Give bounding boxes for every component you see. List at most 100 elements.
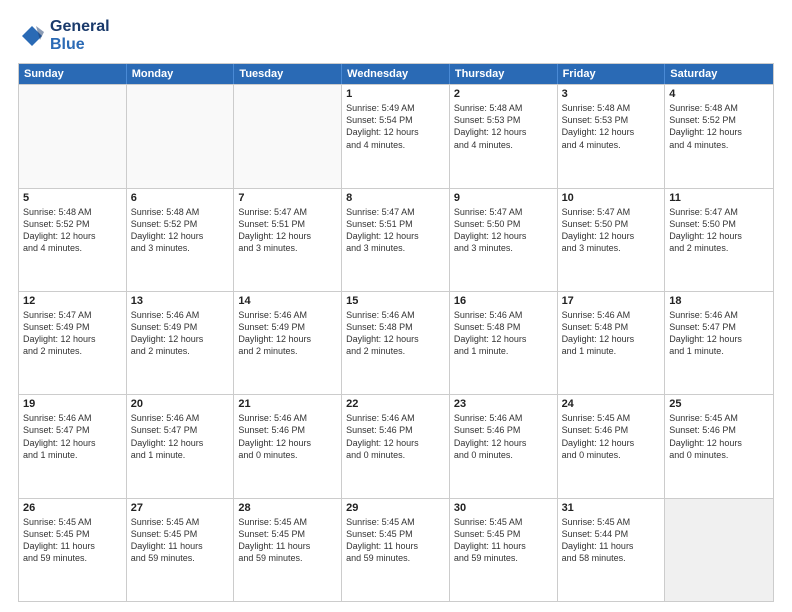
cell-info: Sunrise: 5:45 AM Sunset: 5:45 PM Dayligh…: [131, 516, 230, 565]
cell-info: Sunrise: 5:48 AM Sunset: 5:52 PM Dayligh…: [131, 206, 230, 255]
calendar-cell: 8 Sunrise: 5:47 AM Sunset: 5:51 PM Daylig…: [342, 189, 450, 291]
day-number: 24: [562, 398, 661, 410]
cell-info: Sunrise: 5:46 AM Sunset: 5:46 PM Dayligh…: [346, 412, 445, 461]
calendar-row-1: 5 Sunrise: 5:48 AM Sunset: 5:52 PM Daylig…: [19, 188, 773, 291]
day-number: 29: [346, 502, 445, 514]
calendar-cell: 26Sunrise: 5:45 AM Sunset: 5:45 PM Dayli…: [19, 499, 127, 601]
calendar-cell: 13Sunrise: 5:46 AM Sunset: 5:49 PM Dayli…: [127, 292, 235, 394]
header-cell-tuesday: Tuesday: [234, 64, 342, 84]
cell-info: Sunrise: 5:47 AM Sunset: 5:50 PM Dayligh…: [669, 206, 769, 255]
header: General Blue: [18, 18, 774, 53]
cell-info: Sunrise: 5:45 AM Sunset: 5:44 PM Dayligh…: [562, 516, 661, 565]
calendar-row-2: 12 Sunrise: 5:47 AM Sunset: 5:49 PM Dayli…: [19, 291, 773, 394]
cell-info: Sunrise: 5:46 AM Sunset: 5:47 PM Dayligh…: [131, 412, 230, 461]
calendar: SundayMondayTuesdayWednesdayThursdayFrid…: [18, 63, 774, 602]
day-number: 21: [238, 398, 337, 410]
logo-text-general: General: [50, 18, 110, 36]
day-number: 3: [562, 88, 661, 100]
cell-info: Sunrise: 5:47 AM Sunset: 5:51 PM Dayligh…: [346, 206, 445, 255]
cell-info: Sunrise: 5:46 AM Sunset: 5:48 PM Dayligh…: [562, 309, 661, 358]
calendar-cell: 10Sunrise: 5:47 AM Sunset: 5:50 PM Dayli…: [558, 189, 666, 291]
day-number: 1: [346, 88, 445, 100]
calendar-cell: 19 Sunrise: 5:46 AM Sunset: 5:47 PM Dayli…: [19, 395, 127, 497]
logo: General Blue: [18, 18, 110, 53]
cell-info: Sunrise: 5:45 AM Sunset: 5:45 PM Dayligh…: [238, 516, 337, 565]
cell-info: Sunrise: 5:46 AM Sunset: 5:47 PM Dayligh…: [23, 412, 122, 461]
calendar-cell: 17 Sunrise: 5:46 AM Sunset: 5:48 PM Dayli…: [558, 292, 666, 394]
day-number: 12: [23, 295, 122, 307]
day-number: 5: [23, 192, 122, 204]
calendar-cell: 29 Sunrise: 5:45 AM Sunset: 5:45 PM Dayli…: [342, 499, 450, 601]
calendar-cell: 18 Sunrise: 5:46 AM Sunset: 5:47 PM Dayli…: [665, 292, 773, 394]
day-number: 7: [238, 192, 337, 204]
calendar-cell: 25 Sunrise: 5:45 AM Sunset: 5:46 PM Dayli…: [665, 395, 773, 497]
cell-info: Sunrise: 5:46 AM Sunset: 5:48 PM Dayligh…: [454, 309, 553, 358]
cell-info: Sunrise: 5:49 AM Sunset: 5:54 PM Dayligh…: [346, 102, 445, 151]
cell-info: Sunrise: 5:45 AM Sunset: 5:46 PM Dayligh…: [669, 412, 769, 461]
calendar-header: SundayMondayTuesdayWednesdayThursdayFrid…: [19, 64, 773, 84]
cell-info: Sunrise: 5:45 AM Sunset: 5:46 PM Dayligh…: [562, 412, 661, 461]
calendar-cell: 7Sunrise: 5:47 AM Sunset: 5:51 PM Daylig…: [234, 189, 342, 291]
day-number: 16: [454, 295, 553, 307]
calendar-row-0: 1 Sunrise: 5:49 AM Sunset: 5:54 PM Daylig…: [19, 84, 773, 187]
day-number: 8: [346, 192, 445, 204]
day-number: 25: [669, 398, 769, 410]
cell-info: Sunrise: 5:48 AM Sunset: 5:53 PM Dayligh…: [454, 102, 553, 151]
calendar-cell: 3Sunrise: 5:48 AM Sunset: 5:53 PM Daylig…: [558, 85, 666, 187]
calendar-body: 1 Sunrise: 5:49 AM Sunset: 5:54 PM Daylig…: [19, 84, 773, 601]
calendar-cell: 9Sunrise: 5:47 AM Sunset: 5:50 PM Daylig…: [450, 189, 558, 291]
calendar-cell: 15 Sunrise: 5:46 AM Sunset: 5:48 PM Dayli…: [342, 292, 450, 394]
calendar-cell: 30 Sunrise: 5:45 AM Sunset: 5:45 PM Dayli…: [450, 499, 558, 601]
day-number: 20: [131, 398, 230, 410]
logo-text-blue: Blue: [50, 36, 110, 54]
day-number: 10: [562, 192, 661, 204]
day-number: 28: [238, 502, 337, 514]
cell-info: Sunrise: 5:47 AM Sunset: 5:49 PM Dayligh…: [23, 309, 122, 358]
calendar-cell: [19, 85, 127, 187]
day-number: 15: [346, 295, 445, 307]
calendar-cell: [665, 499, 773, 601]
calendar-cell: 14 Sunrise: 5:46 AM Sunset: 5:49 PM Dayli…: [234, 292, 342, 394]
cell-info: Sunrise: 5:48 AM Sunset: 5:52 PM Dayligh…: [669, 102, 769, 151]
calendar-cell: 31Sunrise: 5:45 AM Sunset: 5:44 PM Dayli…: [558, 499, 666, 601]
day-number: 17: [562, 295, 661, 307]
calendar-cell: 28 Sunrise: 5:45 AM Sunset: 5:45 PM Dayli…: [234, 499, 342, 601]
cell-info: Sunrise: 5:46 AM Sunset: 5:49 PM Dayligh…: [238, 309, 337, 358]
page: General Blue SundayMondayTuesdayWednesda…: [0, 0, 792, 612]
day-number: 18: [669, 295, 769, 307]
calendar-cell: 1 Sunrise: 5:49 AM Sunset: 5:54 PM Daylig…: [342, 85, 450, 187]
cell-info: Sunrise: 5:46 AM Sunset: 5:47 PM Dayligh…: [669, 309, 769, 358]
header-cell-saturday: Saturday: [665, 64, 773, 84]
logo-icon: [18, 22, 46, 50]
calendar-cell: 20 Sunrise: 5:46 AM Sunset: 5:47 PM Dayli…: [127, 395, 235, 497]
calendar-cell: 12 Sunrise: 5:47 AM Sunset: 5:49 PM Dayli…: [19, 292, 127, 394]
cell-info: Sunrise: 5:45 AM Sunset: 5:45 PM Dayligh…: [23, 516, 122, 565]
day-number: 30: [454, 502, 553, 514]
calendar-cell: 6 Sunrise: 5:48 AM Sunset: 5:52 PM Daylig…: [127, 189, 235, 291]
day-number: 19: [23, 398, 122, 410]
calendar-row-4: 26Sunrise: 5:45 AM Sunset: 5:45 PM Dayli…: [19, 498, 773, 601]
calendar-cell: 2 Sunrise: 5:48 AM Sunset: 5:53 PM Daylig…: [450, 85, 558, 187]
header-cell-thursday: Thursday: [450, 64, 558, 84]
day-number: 6: [131, 192, 230, 204]
calendar-cell: 23Sunrise: 5:46 AM Sunset: 5:46 PM Dayli…: [450, 395, 558, 497]
day-number: 22: [346, 398, 445, 410]
day-number: 11: [669, 192, 769, 204]
calendar-cell: 11 Sunrise: 5:47 AM Sunset: 5:50 PM Dayli…: [665, 189, 773, 291]
header-cell-sunday: Sunday: [19, 64, 127, 84]
calendar-cell: 24 Sunrise: 5:45 AM Sunset: 5:46 PM Dayli…: [558, 395, 666, 497]
header-cell-wednesday: Wednesday: [342, 64, 450, 84]
calendar-cell: 4Sunrise: 5:48 AM Sunset: 5:52 PM Daylig…: [665, 85, 773, 187]
cell-info: Sunrise: 5:45 AM Sunset: 5:45 PM Dayligh…: [346, 516, 445, 565]
calendar-cell: 21 Sunrise: 5:46 AM Sunset: 5:46 PM Dayli…: [234, 395, 342, 497]
cell-info: Sunrise: 5:46 AM Sunset: 5:48 PM Dayligh…: [346, 309, 445, 358]
cell-info: Sunrise: 5:45 AM Sunset: 5:45 PM Dayligh…: [454, 516, 553, 565]
cell-info: Sunrise: 5:47 AM Sunset: 5:50 PM Dayligh…: [454, 206, 553, 255]
day-number: 2: [454, 88, 553, 100]
calendar-cell: [127, 85, 235, 187]
calendar-row-3: 19 Sunrise: 5:46 AM Sunset: 5:47 PM Dayli…: [19, 394, 773, 497]
calendar-cell: 5Sunrise: 5:48 AM Sunset: 5:52 PM Daylig…: [19, 189, 127, 291]
day-number: 14: [238, 295, 337, 307]
calendar-cell: 27Sunrise: 5:45 AM Sunset: 5:45 PM Dayli…: [127, 499, 235, 601]
cell-info: Sunrise: 5:46 AM Sunset: 5:46 PM Dayligh…: [238, 412, 337, 461]
